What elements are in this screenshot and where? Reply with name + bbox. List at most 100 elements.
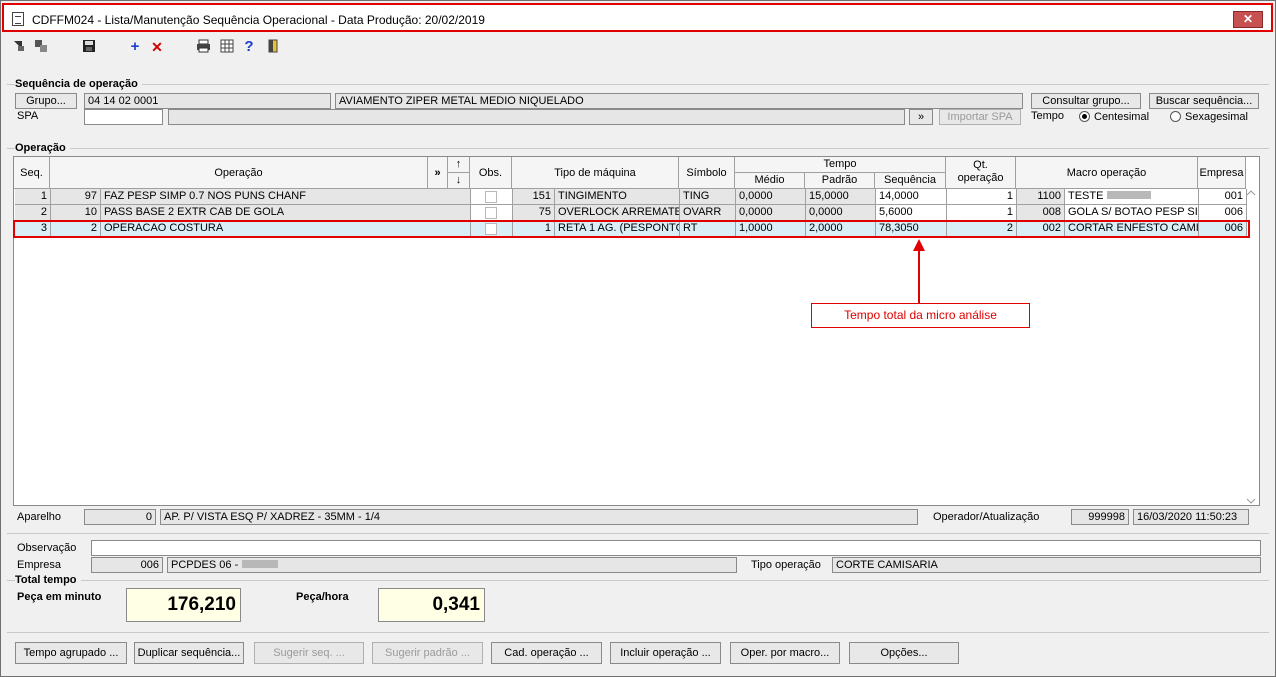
exit-icon[interactable] <box>265 39 281 55</box>
header-empresa[interactable]: Empresa <box>1198 157 1246 189</box>
cell-maq-code: 75 <box>513 205 555 221</box>
cell-maq-desc: TINGIMENTO <box>555 189 680 205</box>
header-padrao[interactable]: Padrão <box>805 173 875 189</box>
header-qt-line2: operação <box>957 172 1004 184</box>
grupo-code-field[interactable]: 04 14 02 0001 <box>84 93 331 109</box>
cell-qt[interactable]: 1 <box>947 189 1017 205</box>
cell-simbolo: OVARR <box>680 205 736 221</box>
header-sequencia[interactable]: Sequência <box>875 173 946 189</box>
centesimal-label: Centesimal <box>1094 111 1150 123</box>
document-icon <box>12 12 24 26</box>
cell-macro-desc: TESTE <box>1065 189 1199 205</box>
consultar-grupo-button[interactable]: Consultar grupo... <box>1031 93 1141 109</box>
importar-spa-button[interactable]: Importar SPA <box>939 109 1021 125</box>
spa-label: SPA <box>17 110 39 122</box>
cell-qt[interactable]: 1 <box>947 205 1017 221</box>
sort-down-button[interactable]: ↓ <box>448 173 470 189</box>
main-window: CDFFM024 - Lista/Manutenção Sequência Op… <box>0 0 1276 677</box>
grupo-button[interactable]: Grupo... <box>15 93 77 109</box>
delete-icon[interactable]: ✕ <box>149 39 165 55</box>
cell-padrao: 0,0000 <box>806 205 876 221</box>
header-operacao[interactable]: Operação <box>50 157 428 189</box>
opcoes-button[interactable]: Opções... <box>849 642 959 664</box>
buscar-sequencia-button[interactable]: Buscar sequência... <box>1149 93 1259 109</box>
cell-obs <box>471 205 513 221</box>
header-tipo-maquina[interactable]: Tipo de máquina <box>512 157 679 189</box>
aparelho-code-field: 0 <box>84 509 156 525</box>
observacao-input[interactable] <box>91 540 1261 556</box>
cell-op-desc: FAZ PESP SIMP 0.7 NOS PUNS CHANF <box>101 189 471 205</box>
sugerir-padrao-button[interactable]: Sugerir padrão ... <box>372 642 483 664</box>
oper-por-macro-button[interactable]: Oper. por macro... <box>730 642 840 664</box>
print-icon[interactable] <box>195 39 211 55</box>
tempo-agrupado-button[interactable]: Tempo agrupado ... <box>15 642 127 664</box>
cell-op-code: 97 <box>51 189 101 205</box>
spa-input[interactable] <box>84 109 163 125</box>
callout-label: Tempo total da micro análise <box>811 303 1030 328</box>
empresa-code-field: 006 <box>91 557 163 573</box>
add-icon[interactable]: + <box>127 39 143 55</box>
title-bar: CDFFM024 - Lista/Manutenção Sequência Op… <box>2 3 1273 32</box>
header-medio[interactable]: Médio <box>735 173 805 189</box>
sexagesimal-radio[interactable] <box>1170 111 1181 122</box>
divider <box>7 580 1269 581</box>
tempo-label: Tempo <box>1031 110 1065 122</box>
cell-maq-code: 151 <box>513 189 555 205</box>
header-qt-operacao[interactable]: Qt. operação <box>946 157 1016 189</box>
header-expand-button[interactable]: » <box>428 157 448 189</box>
redacted-block <box>242 560 279 568</box>
save-icon[interactable] <box>81 39 97 55</box>
aparelho-description-field: AP. P/ VISTA ESQ P/ XADREZ - 35MM - 1/4 <box>160 509 918 525</box>
centesimal-radio[interactable] <box>1079 111 1090 122</box>
cell-seq: 1 <box>15 189 51 205</box>
grid-icon[interactable] <box>219 39 235 55</box>
operador-label: Operador/Atualização <box>933 511 1040 523</box>
highlight-box <box>13 220 1250 238</box>
obs-checkbox[interactable] <box>485 207 497 219</box>
header-seq[interactable]: Seq. <box>14 157 50 189</box>
cell-padrao: 15,0000 <box>806 189 876 205</box>
operador-date-field: 16/03/2020 11:50:23 <box>1133 509 1249 525</box>
arrow-import-icon[interactable] <box>11 39 27 55</box>
cell-maq-desc: OVERLOCK ARREMATE <box>555 205 680 221</box>
help-icon[interactable]: ? <box>241 39 257 55</box>
cell-medio: 0,0000 <box>736 205 806 221</box>
tipo-operacao-label: Tipo operação <box>751 559 821 571</box>
divider <box>7 632 1269 633</box>
sequencia-group-title: Sequência de operação <box>15 78 142 90</box>
tipo-operacao-field: CORTE CAMISARIA <box>832 557 1261 573</box>
close-button[interactable]: ✕ <box>1233 11 1263 28</box>
cad-operacao-button[interactable]: Cad. operação ... <box>491 642 602 664</box>
cell-op-desc: PASS BASE 2 EXTR CAB DE GOLA <box>101 205 471 221</box>
cell-empresa[interactable]: 006 <box>1199 205 1247 221</box>
observacao-label: Observação <box>17 542 77 554</box>
cell-macro-code: 008 <box>1017 205 1065 221</box>
peca-hora-value: 0,341 <box>378 588 485 622</box>
cell-op-code: 10 <box>51 205 101 221</box>
header-tempo: Tempo <box>735 157 946 173</box>
arrow-export-icon[interactable] <box>33 39 49 55</box>
incluir-operacao-button[interactable]: Incluir operação ... <box>610 642 721 664</box>
cell-sequencia[interactable]: 14,0000 <box>876 189 947 205</box>
peca-hora-label: Peça/hora <box>296 591 349 603</box>
window-title: CDFFM024 - Lista/Manutenção Sequência Op… <box>32 13 485 27</box>
cell-obs <box>471 189 513 205</box>
spa-description-field <box>168 109 905 125</box>
header-obs[interactable]: Obs. <box>470 157 512 189</box>
divider <box>7 84 1269 85</box>
grupo-description-field: AVIAMENTO ZIPER METAL MEDIO NIQUELADO <box>335 93 1023 109</box>
cell-sequencia[interactable]: 5,6000 <box>876 205 947 221</box>
sugerir-seq-button[interactable]: Sugerir seq. ... <box>254 642 364 664</box>
spa-expand-button[interactable]: » <box>909 109 933 125</box>
operacao-group-title: Operação <box>15 142 70 154</box>
cell-empresa[interactable]: 001 <box>1199 189 1247 205</box>
header-simbolo[interactable]: Símbolo <box>679 157 735 189</box>
cell-macro-code: 1100 <box>1017 189 1065 205</box>
header-macro-operacao[interactable]: Macro operação <box>1016 157 1198 189</box>
empresa-desc-text: PCPDES 06 - <box>171 559 239 571</box>
obs-checkbox[interactable] <box>485 191 497 203</box>
sort-up-button[interactable]: ↑ <box>448 157 470 173</box>
duplicar-sequencia-button[interactable]: Duplicar sequência... <box>134 642 244 664</box>
sexagesimal-label: Sexagesimal <box>1185 111 1248 123</box>
peca-minuto-value: 176,210 <box>126 588 241 622</box>
